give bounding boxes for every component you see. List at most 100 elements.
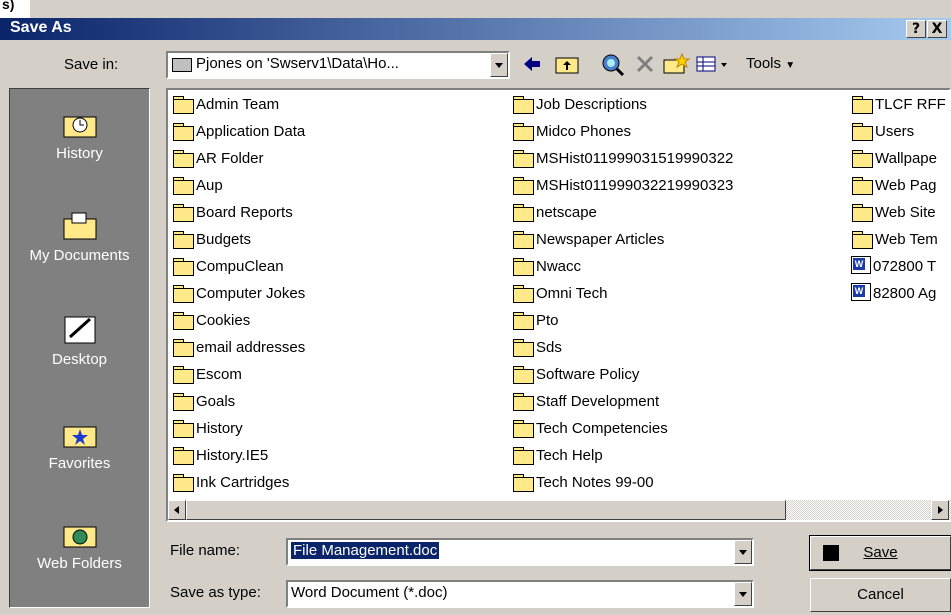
folder-icon <box>851 177 873 195</box>
folder-item[interactable]: email addresses <box>172 335 305 361</box>
folder-item[interactable]: Users <box>851 119 914 145</box>
place-history[interactable]: History <box>10 107 149 162</box>
back-icon[interactable] <box>520 52 544 76</box>
folder-icon <box>512 204 534 222</box>
search-web-icon[interactable] <box>600 52 626 77</box>
folder-item[interactable]: Omni Tech <box>512 281 607 307</box>
folder-icon <box>172 204 194 222</box>
folder-icon <box>512 96 534 114</box>
place-label: Favorites <box>48 455 111 472</box>
folder-item[interactable]: Sds <box>512 335 562 361</box>
item-label: Tech Help <box>536 447 603 464</box>
save-as-type-dropdown[interactable]: Word Document (*.doc) <box>286 580 754 608</box>
folder-icon <box>172 447 194 465</box>
cancel-button[interactable]: Cancel <box>810 578 951 612</box>
folder-item[interactable]: Midco Phones <box>512 119 631 145</box>
file-item[interactable]: W 072800 T <box>851 254 936 280</box>
item-label: Tech Competencies <box>536 420 668 437</box>
scroll-right-button[interactable] <box>931 500 949 520</box>
chevron-down-icon: ▼ <box>785 60 796 71</box>
folder-icon <box>172 96 194 114</box>
folder-item[interactable]: Web Tem <box>851 227 938 253</box>
folder-icon <box>172 258 194 276</box>
folder-item[interactable]: Computer Jokes <box>172 281 305 307</box>
window-title: Save As <box>10 19 72 36</box>
folder-item[interactable]: History <box>172 416 243 442</box>
item-label: Web Tem <box>875 231 938 248</box>
file-name-label: File name: <box>170 542 241 559</box>
folder-item[interactable]: CompuClean <box>172 254 284 280</box>
folder-item[interactable]: AR Folder <box>172 146 264 172</box>
item-label: MSHist011999032219990323 <box>536 177 734 194</box>
save-button[interactable]: Save <box>809 535 951 571</box>
folder-item[interactable]: Application Data <box>172 119 305 145</box>
folder-item[interactable]: Wallpape <box>851 146 937 172</box>
folder-item[interactable]: Tech Competencies <box>512 416 668 442</box>
folder-icon <box>172 285 194 303</box>
file-name-input[interactable]: File Management.doc <box>286 538 754 566</box>
chevron-down-icon[interactable] <box>734 540 752 564</box>
folder-item[interactable]: Tech Help <box>512 443 603 469</box>
save-in-dropdown[interactable]: Pjones on 'Swserv1\Data\Ho... <box>166 51 510 79</box>
folder-item[interactable]: Aup <box>172 173 223 199</box>
folder-item[interactable]: Admin Team <box>172 92 279 118</box>
item-label: Board Reports <box>196 204 293 221</box>
folder-item[interactable]: Web Pag <box>851 173 936 199</box>
item-label: Midco Phones <box>536 123 632 140</box>
close-button[interactable]: X <box>927 20 947 38</box>
place-desktop[interactable]: Desktop <box>10 313 149 368</box>
places-bar: History My Documents Desktop Favorites W… <box>9 88 150 608</box>
item-label: Escom <box>196 366 242 383</box>
scroll-thumb[interactable] <box>186 500 786 520</box>
folder-item[interactable]: Goals <box>172 389 235 415</box>
save-in-value: Pjones on 'Swserv1\Data\Ho... <box>196 55 399 72</box>
folder-item[interactable]: Pto <box>512 308 559 334</box>
folder-item[interactable]: Job Descriptions <box>512 92 647 118</box>
folder-icon <box>851 123 873 141</box>
item-label: AR Folder <box>196 150 264 167</box>
folder-item[interactable]: Tech Notes 99-00 <box>512 470 654 496</box>
scroll-left-button[interactable] <box>168 500 186 520</box>
item-label: Goals <box>196 393 236 410</box>
file-item[interactable]: W 82800 Ag <box>851 281 936 307</box>
place-favorites[interactable]: Favorites <box>10 417 149 472</box>
views-icon[interactable] <box>695 52 731 76</box>
help-button[interactable]: ? <box>906 20 926 38</box>
history-icon <box>62 107 98 139</box>
folder-item[interactable]: TLCF RFF <box>851 92 946 118</box>
folder-item[interactable]: Board Reports <box>172 200 293 226</box>
folder-icon <box>172 393 194 411</box>
folder-item[interactable]: MSHist011999031519990322 <box>512 146 733 172</box>
horizontal-scrollbar[interactable] <box>168 500 951 520</box>
folder-item[interactable]: netscape <box>512 200 597 226</box>
delete-icon[interactable] <box>634 52 656 76</box>
chevron-down-icon[interactable] <box>734 582 752 606</box>
folder-item[interactable]: History.IE5 <box>172 443 268 469</box>
new-folder-icon[interactable] <box>662 52 691 76</box>
save-as-type-label: Save as type: <box>170 584 261 601</box>
folder-icon <box>172 420 194 438</box>
up-folder-icon[interactable] <box>554 52 580 76</box>
folder-item[interactable]: Web Site <box>851 200 936 226</box>
folder-item[interactable]: Software Policy <box>512 362 639 388</box>
folder-item[interactable]: MSHist011999032219990323 <box>512 173 733 199</box>
folder-icon <box>851 204 873 222</box>
folder-item[interactable]: Nwacc <box>512 254 581 280</box>
chevron-down-icon[interactable] <box>490 53 508 77</box>
folder-item[interactable]: Budgets <box>172 227 251 253</box>
folder-icon <box>512 123 534 141</box>
tools-menu[interactable]: Tools ▼ <box>746 52 795 76</box>
folder-item[interactable]: Escom <box>172 362 242 388</box>
place-my-documents[interactable]: My Documents <box>10 209 149 264</box>
file-list[interactable]: Admin Team Application Data AR Folder Aup Bo… <box>166 88 951 522</box>
folder-item[interactable]: Newspaper Articles <box>512 227 664 253</box>
place-label: Desktop <box>51 351 108 368</box>
folder-item[interactable]: Ink Cartridges <box>172 470 289 496</box>
folder-icon <box>172 366 194 384</box>
item-label: Software Policy <box>536 366 640 383</box>
tools-label: Tools <box>746 55 782 72</box>
folder-item[interactable]: Cookies <box>172 308 250 334</box>
place-web-folders[interactable]: Web Folders <box>10 517 149 572</box>
folder-icon <box>512 177 534 195</box>
folder-item[interactable]: Staff Development <box>512 389 659 415</box>
